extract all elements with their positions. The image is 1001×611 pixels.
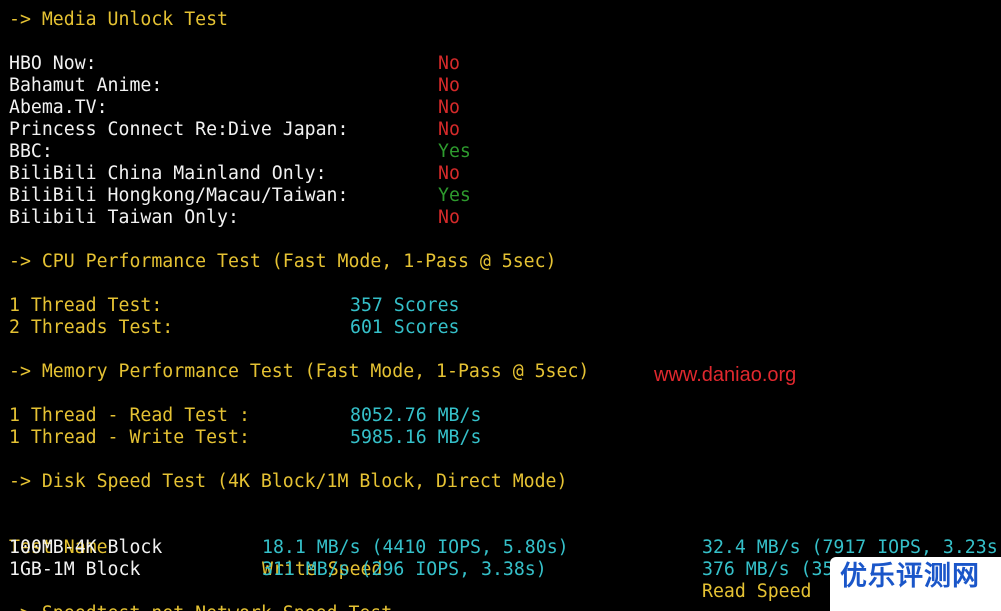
memory-test-header: -> Memory Performance Test (Fast Mode, 1… [9,361,590,382]
service-label: Bilibili Taiwan Only: [9,207,239,228]
terminal-window[interactable]: -> Media Unlock Test HBO Now: No Bahamut A… [0,0,1001,611]
media-unlock-row: BiliBili Hongkong/Macau/Taiwan: Yes [0,185,1001,207]
unlock-result: Yes [438,185,471,206]
media-unlock-header: -> Media Unlock Test [9,9,228,30]
column-read-speed: Read Speed [702,581,812,602]
media-unlock-row: BiliBili China Mainland Only: No [0,163,1001,185]
service-label: Bahamut Anime: [9,75,163,96]
cpu-test-score: 601 Scores [350,317,460,338]
service-label: Princess Connect Re:Dive Japan: [9,119,349,140]
watermark-brand-text: 优乐评测网 [840,561,980,592]
disk-read-speed: 376 MB/s (35 [702,559,834,580]
disk-test-name: 1GB-1M Block [9,559,141,580]
cpu-test-row: 2 Threads Test: 601 Scores [0,317,1001,339]
unlock-result: No [438,207,460,228]
service-label: BBC: [9,141,53,162]
disk-read-speed: 32.4 MB/s (7917 IOPS, 3.23s [702,537,998,558]
cpu-test-label: 2 Threads Test: [9,317,174,338]
service-label: BiliBili Hongkong/Macau/Taiwan: [9,185,349,206]
cpu-test-header: -> CPU Performance Test (Fast Mode, 1-Pa… [9,251,557,272]
media-unlock-row: Bahamut Anime: No [0,75,1001,97]
memory-test-row: 1 Thread - Read Test : 8052.76 MB/s [0,405,1001,427]
memory-test-value: 5985.16 MB/s [350,427,482,448]
unlock-result: No [438,97,460,118]
disk-table-header: Test Name Write Speed Read Speed [0,515,1001,602]
disk-test-header: -> Disk Speed Test (4K Block/1M Block, D… [9,471,568,492]
cpu-test-row: 1 Thread Test: 357 Scores [0,295,1001,317]
service-label: BiliBili China Mainland Only: [9,163,327,184]
watermark-url: www.daniao.org [654,364,797,386]
media-unlock-row: Abema.TV: No [0,97,1001,119]
unlock-result: No [438,163,460,184]
unlock-result: Yes [438,141,471,162]
cpu-test-label: 1 Thread Test: [9,295,163,316]
watermark-brand-logo: 优乐评测网 [830,557,1001,611]
unlock-result: No [438,119,460,140]
service-label: Abema.TV: [9,97,108,118]
unlock-result: No [438,75,460,96]
speedtest-header: -> Speedtest.net Network Speed Test [9,603,392,611]
memory-test-label: 1 Thread - Read Test : [9,405,250,426]
service-label: HBO Now: [9,53,97,74]
disk-test-name: 100MB-4K Block [9,537,163,558]
disk-test-row: 100MB-4K Block 18.1 MB/s (4410 IOPS, 5.80… [0,537,1001,559]
unlock-result: No [438,53,460,74]
media-unlock-row: Princess Connect Re:Dive Japan: No [0,119,1001,141]
memory-test-row: 1 Thread - Write Test: 5985.16 MB/s [0,427,1001,449]
disk-write-speed: 18.1 MB/s (4410 IOPS, 5.80s) [262,537,569,558]
media-unlock-row: HBO Now: No [0,53,1001,75]
cpu-test-score: 357 Scores [350,295,460,316]
media-unlock-row: BBC: Yes [0,141,1001,163]
media-unlock-row: Bilibili Taiwan Only: No [0,207,1001,229]
disk-write-speed: 311 MB/s (296 IOPS, 3.38s) [262,559,547,580]
memory-test-label: 1 Thread - Write Test: [9,427,250,448]
memory-test-value: 8052.76 MB/s [350,405,482,426]
